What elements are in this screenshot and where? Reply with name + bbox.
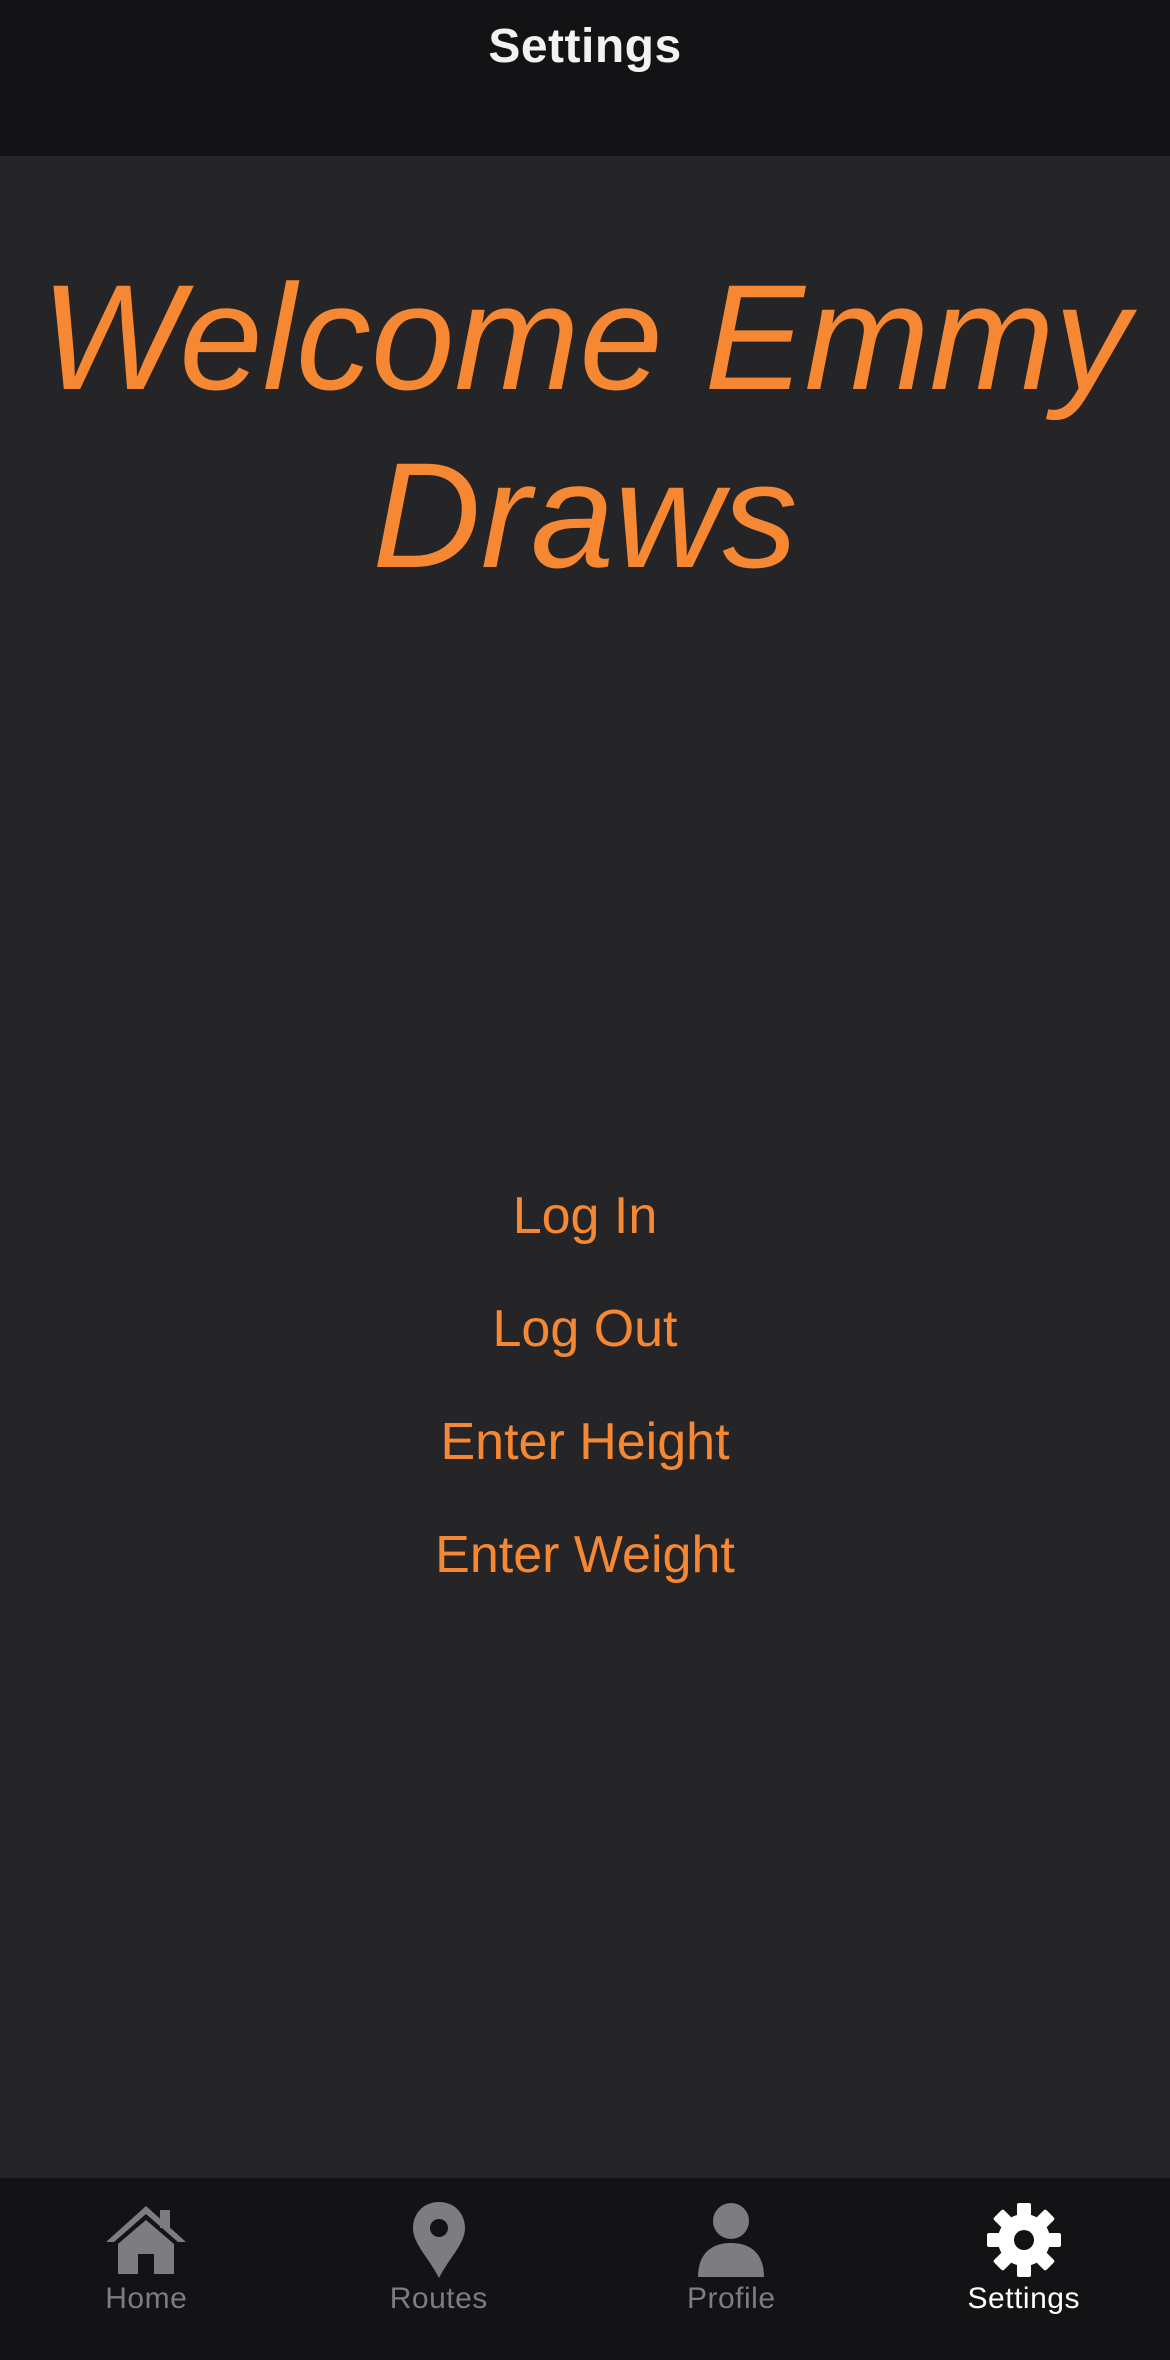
log-in-button[interactable]: Log In <box>513 1160 658 1273</box>
tab-home[interactable]: Home <box>0 2178 293 2360</box>
tab-home-label: Home <box>105 2282 188 2315</box>
person-icon <box>689 2200 773 2280</box>
home-icon <box>104 2200 188 2280</box>
map-pin-icon <box>397 2200 481 2280</box>
settings-screen: Settings Welcome Emmy Draws Log In Log O… <box>0 0 1170 2360</box>
tab-bar: Home Routes Profile Settings <box>0 2178 1170 2360</box>
content-area: Welcome Emmy Draws Log In Log Out Enter … <box>0 156 1170 2178</box>
enter-height-button[interactable]: Enter Height <box>440 1386 729 1499</box>
welcome-heading: Welcome Emmy Draws <box>40 253 1130 599</box>
tab-settings-label: Settings <box>967 2282 1080 2315</box>
tab-profile[interactable]: Profile <box>585 2178 878 2360</box>
enter-weight-button[interactable]: Enter Weight <box>435 1499 735 1612</box>
tab-profile-label: Profile <box>686 2282 776 2315</box>
log-out-button[interactable]: Log Out <box>492 1273 677 1386</box>
settings-actions: Log In Log Out Enter Height Enter Weight <box>0 1160 1170 1612</box>
gear-icon <box>982 2200 1066 2280</box>
tab-settings[interactable]: Settings <box>878 2178 1170 2360</box>
navigation-bar: Settings <box>0 0 1170 156</box>
tab-routes[interactable]: Routes <box>293 2178 586 2360</box>
page-title: Settings <box>488 19 682 73</box>
tab-routes-label: Routes <box>389 2282 488 2315</box>
